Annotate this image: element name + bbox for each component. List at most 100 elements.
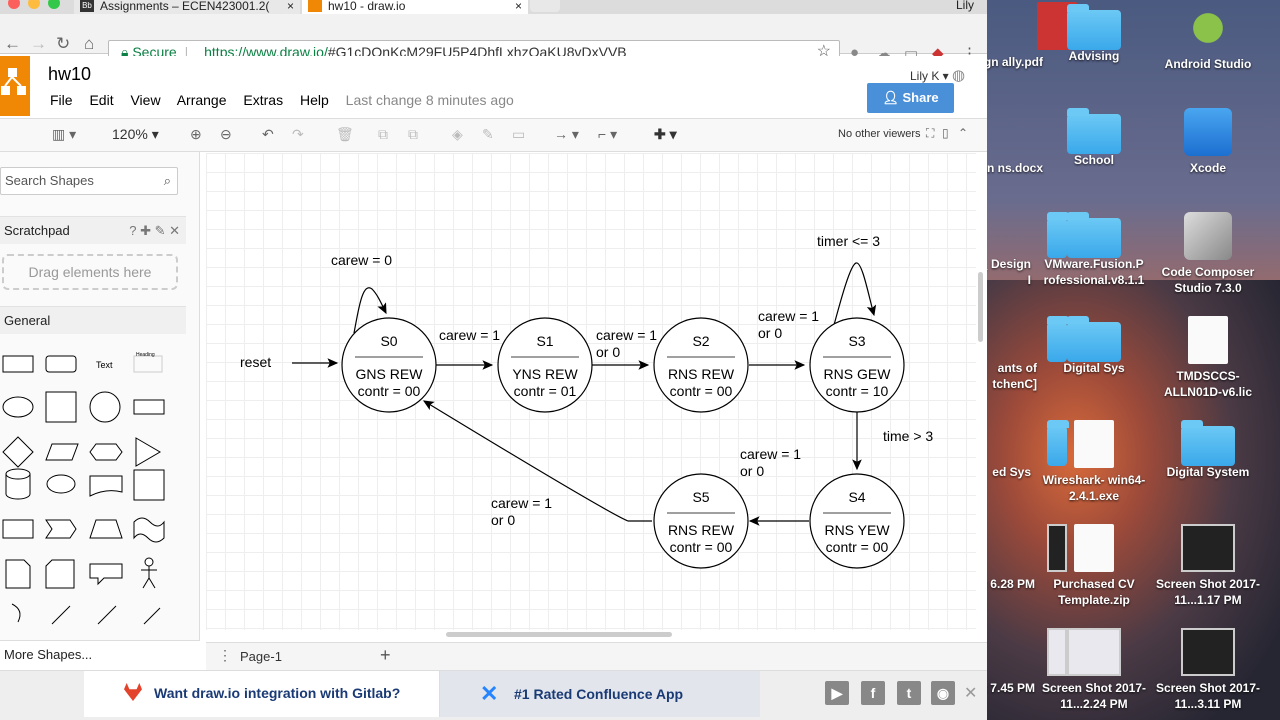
heading-shape[interactable] [133, 355, 163, 373]
insert-icon[interactable]: ✚ ▾ [654, 126, 677, 143]
page-tab[interactable]: Page-1 [240, 649, 282, 664]
pages-menu-icon[interactable]: ⋮ [218, 647, 232, 664]
share-button[interactable]: 👤︎ Share [867, 83, 954, 113]
rectangle-shape[interactable] [2, 355, 34, 373]
zoom-out-icon[interactable]: ⊖ [220, 126, 232, 143]
twitter-icon[interactable]: t [897, 681, 921, 705]
scratchpad-header[interactable]: Scratchpad ? ✚ ✎ ✕ [0, 216, 186, 244]
fill-color-icon[interactable]: ◈ [452, 126, 463, 143]
s3-self-loop[interactable] [833, 262, 877, 326]
state-s1[interactable]: S1 YNS REWcontr = 01 [497, 317, 593, 413]
state-s2[interactable]: S2 RNS REWcontr = 00 [653, 317, 749, 413]
fullscreen-icon[interactable]: ⛶ [926, 126, 934, 141]
desktop-folder-vmware[interactable]: VMware.Fusion.P rofessional.v8.1.1 [1039, 212, 1149, 288]
format-panel-icon[interactable]: ▥ ▾ [52, 126, 76, 143]
github-icon[interactable]: ◉ [931, 681, 955, 705]
zoom-in-icon[interactable]: ⊕ [190, 126, 202, 143]
menu-help[interactable]: Help [300, 92, 329, 108]
new-tab-button[interactable] [530, 0, 560, 12]
menu-edit[interactable]: Edit [89, 92, 113, 108]
internal-storage-shape[interactable] [133, 469, 165, 501]
desktop-folder-digital-system[interactable]: Digital System [1153, 420, 1263, 480]
bidirectional-arrow-shape[interactable] [97, 605, 117, 625]
general-header[interactable]: General [0, 306, 186, 334]
to-back-icon[interactable]: ⧉ [408, 126, 418, 143]
process-shape[interactable] [133, 399, 165, 415]
desktop-app-code-composer[interactable]: Code Composer Studio 7.3.0 [1153, 212, 1263, 296]
vertical-scrollbar[interactable] [978, 272, 983, 342]
circle-shape[interactable] [89, 391, 121, 423]
scratchpad-icons[interactable]: ? ✚ ✎ ✕ [129, 217, 180, 245]
tab-close-icon[interactable]: × [515, 0, 522, 12]
home-icon[interactable]: ⌂ [84, 34, 94, 54]
diamond-shape[interactable] [2, 436, 34, 468]
cube-shape[interactable] [2, 519, 34, 539]
confluence-promo-link[interactable]: ✕ #1 Rated Confluence App [440, 671, 760, 717]
actor-shape[interactable] [141, 557, 157, 589]
line-color-icon[interactable]: ✎ [482, 126, 494, 143]
step-shape[interactable] [45, 519, 77, 539]
globe-icon[interactable]: ◍ [952, 67, 965, 84]
desktop-app-android-studio[interactable]: Android Studio [1153, 4, 1263, 72]
rounded-rectangle-shape[interactable] [45, 355, 77, 373]
close-window-icon[interactable] [8, 0, 20, 9]
text-shape[interactable]: Text [96, 360, 113, 370]
format-toggle-icon[interactable]: ▯ [942, 126, 949, 140]
gitlab-promo-link[interactable]: Want draw.io integration with Gitlab? [84, 671, 440, 717]
desktop-screenshot-5[interactable]: Screen Shot 2017-11...3.11 PM [1153, 628, 1263, 712]
desktop-file-cv-zip[interactable]: Purchased CV Template.zip [1039, 524, 1149, 608]
facebook-icon[interactable]: f [861, 681, 885, 705]
shadow-icon[interactable]: ▭ [512, 126, 525, 143]
square-shape[interactable] [45, 391, 77, 423]
zoom-select[interactable]: 120% ▾ [112, 126, 159, 143]
cloud-shape[interactable] [46, 474, 76, 494]
hexagon-shape[interactable] [89, 443, 123, 461]
tab-close-icon[interactable]: × [287, 0, 294, 12]
desktop-app-xcode[interactable]: Xcode [1153, 108, 1263, 176]
reload-icon[interactable]: ↻ [56, 34, 70, 54]
ellipse-shape[interactable] [2, 396, 34, 418]
to-front-icon[interactable]: ⧉ [378, 126, 388, 143]
back-icon[interactable]: ← [4, 34, 21, 54]
line-shape[interactable] [143, 607, 161, 625]
redo-icon[interactable]: ↷ [292, 126, 304, 143]
search-icon[interactable]: ⌕ [164, 168, 171, 194]
menu-extras[interactable]: Extras [243, 92, 283, 108]
youtube-icon[interactable]: ▶ [825, 681, 849, 705]
close-promo-icon[interactable]: ✕ [964, 683, 977, 703]
menu-view[interactable]: View [130, 92, 160, 108]
waypoints-icon[interactable]: ⌐ ▾ [598, 126, 617, 143]
desktop-file-tmdsccs[interactable]: TMDSCCS- ALLN01D-v6.lic [1153, 316, 1263, 400]
curved-arrow-shape[interactable] [11, 603, 21, 623]
trapezoid-shape[interactable] [89, 519, 123, 539]
menu-file[interactable]: File [50, 92, 73, 108]
desktop-folder-digital-sys[interactable]: Digital Sys [1039, 316, 1149, 376]
delete-icon[interactable]: 🗑︎ [336, 126, 354, 143]
state-s4[interactable]: S4 RNS YEWcontr = 00 [809, 473, 905, 569]
parallelogram-shape[interactable] [45, 443, 79, 461]
triangle-shape[interactable] [135, 437, 161, 467]
desktop-folder-advising[interactable]: Advising [1039, 4, 1149, 64]
note-shape[interactable] [5, 559, 31, 589]
last-change-link[interactable]: Last change 8 minutes ago [346, 92, 514, 108]
state-s0[interactable]: S0 GNS REWcontr = 00 [341, 317, 437, 413]
state-s3[interactable]: S3 RNS GEWcontr = 10 [809, 317, 905, 413]
state-s5[interactable]: S5 RNS REWcontr = 00 [653, 473, 749, 569]
undo-icon[interactable]: ↶ [262, 126, 274, 143]
collapse-icon[interactable]: ⌃ [958, 126, 968, 140]
desktop-screenshot-2[interactable]: Screen Shot 2017-11...1.17 PM [1153, 524, 1263, 608]
more-shapes-button[interactable]: More Shapes... [0, 640, 200, 668]
horizontal-scrollbar[interactable] [446, 632, 672, 637]
tab-assignments[interactable]: Bb Assignments – ECEN423001.2( × [74, 0, 300, 14]
minimize-window-icon[interactable] [28, 0, 40, 9]
desktop-folder-school[interactable]: School [1039, 108, 1149, 168]
document-shape[interactable] [89, 475, 123, 497]
profile-name[interactable]: Lily [956, 0, 974, 12]
connection-style-icon[interactable]: → ▾ [554, 126, 579, 143]
tab-drawio[interactable]: hw10 - draw.io × [302, 0, 528, 14]
tape-shape[interactable] [133, 517, 165, 543]
callout-shape[interactable] [89, 563, 123, 586]
add-page-icon[interactable]: + [380, 645, 391, 666]
forward-icon[interactable]: → [30, 34, 47, 54]
document-title[interactable]: hw10 [48, 64, 91, 85]
